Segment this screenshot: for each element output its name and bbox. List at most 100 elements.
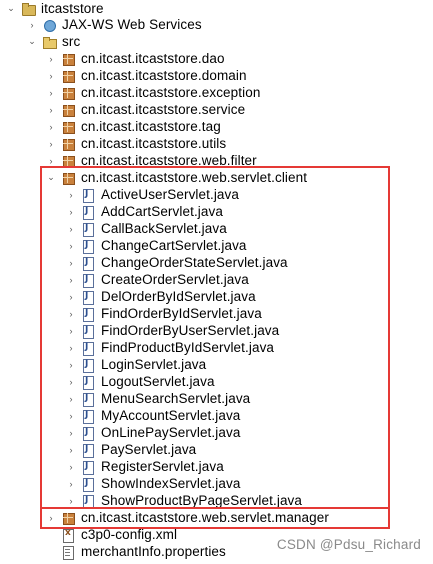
chevron-right-icon[interactable]: › <box>66 390 76 407</box>
project-label: itcaststore <box>41 1 104 16</box>
package-label: cn.itcast.itcaststore.domain <box>81 68 247 83</box>
tree-item-package[interactable]: › cn.itcast.itcaststore.exception <box>46 84 261 101</box>
java-file-icon <box>81 205 95 220</box>
chevron-right-icon[interactable]: › <box>66 373 76 390</box>
chevron-right-icon[interactable]: › <box>27 16 37 33</box>
chevron-right-icon[interactable]: › <box>66 441 76 458</box>
java-file-label: MenuSearchServlet.java <box>101 391 251 406</box>
tree-item-client-package[interactable]: ⌄ cn.itcast.itcaststore.web.servlet.clie… <box>46 169 307 186</box>
java-file-label: CreateOrderServlet.java <box>101 272 249 287</box>
package-icon <box>61 103 75 117</box>
jaxws-label: JAX-WS Web Services <box>62 17 202 32</box>
chevron-down-icon[interactable]: ⌄ <box>46 169 56 186</box>
chevron-right-icon[interactable]: › <box>66 254 76 271</box>
java-file-icon <box>81 222 95 237</box>
properties-file-icon <box>61 545 75 560</box>
tree-item-package[interactable]: › cn.itcast.itcaststore.utils <box>46 135 227 152</box>
java-file-icon <box>81 341 95 356</box>
java-file-label: ActiveUserServlet.java <box>101 187 239 202</box>
java-file-icon <box>81 273 95 288</box>
package-icon <box>61 120 75 134</box>
chevron-right-icon[interactable]: › <box>66 492 76 509</box>
java-file-label: ShowIndexServlet.java <box>101 476 241 491</box>
chevron-right-icon[interactable]: › <box>46 50 56 67</box>
chevron-down-icon[interactable]: ⌄ <box>6 0 16 17</box>
tree-item-java-file[interactable]: › CreateOrderServlet.java <box>66 271 249 288</box>
java-file-label: CallBackServlet.java <box>101 221 227 236</box>
tree-item-package[interactable]: › cn.itcast.itcaststore.service <box>46 101 246 118</box>
java-file-icon <box>81 392 95 407</box>
web-services-icon <box>42 18 56 32</box>
tree-item-java-file[interactable]: › AddCartServlet.java <box>66 203 223 220</box>
java-file-label: MyAccountServlet.java <box>101 408 241 423</box>
java-file-label: ChangeCartServlet.java <box>101 238 247 253</box>
package-label: cn.itcast.itcaststore.dao <box>81 51 225 66</box>
tree-item-java-file[interactable]: › RegisterServlet.java <box>66 458 224 475</box>
tree-item-java-file[interactable]: › FindProductByIdServlet.java <box>66 339 274 356</box>
tree-item-java-file[interactable]: › MyAccountServlet.java <box>66 407 240 424</box>
java-file-icon <box>81 188 95 203</box>
chevron-right-icon[interactable]: › <box>46 152 56 169</box>
java-file-label: DelOrderByIdServlet.java <box>101 289 256 304</box>
chevron-right-icon[interactable]: › <box>66 339 76 356</box>
tree-item-java-file[interactable]: › DelOrderByIdServlet.java <box>66 288 256 305</box>
tree-item-java-file[interactable]: › ShowIndexServlet.java <box>66 475 240 492</box>
java-file-icon <box>81 477 95 492</box>
chevron-right-icon[interactable]: › <box>66 407 76 424</box>
chevron-right-icon[interactable]: › <box>66 458 76 475</box>
java-file-label: RegisterServlet.java <box>101 459 224 474</box>
chevron-right-icon[interactable]: › <box>66 186 76 203</box>
chevron-right-icon[interactable]: › <box>66 271 76 288</box>
tree-item-src[interactable]: ⌄ src <box>27 33 80 50</box>
tree-item-java-file[interactable]: › ActiveUserServlet.java <box>66 186 239 203</box>
java-file-icon <box>81 239 95 254</box>
tree-item-manager-package[interactable]: › cn.itcast.itcaststore.web.servlet.mana… <box>46 509 329 526</box>
tree-item-xml-file[interactable]: c3p0-config.xml <box>61 526 177 543</box>
chevron-right-icon[interactable]: › <box>66 220 76 237</box>
package-icon <box>61 69 75 83</box>
tree-item-java-file[interactable]: › LoginServlet.java <box>66 356 206 373</box>
tree-item-package[interactable]: › cn.itcast.itcaststore.dao <box>46 50 225 67</box>
tree-item-java-file[interactable]: › LogoutServlet.java <box>66 373 215 390</box>
tree-item-java-file[interactable]: › CallBackServlet.java <box>66 220 227 237</box>
tree-item-java-file[interactable]: › FindOrderByIdServlet.java <box>66 305 262 322</box>
tree-item-java-file[interactable]: › OnLinePayServlet.java <box>66 424 240 441</box>
tree-item-java-file[interactable]: › MenuSearchServlet.java <box>66 390 250 407</box>
tree-item-java-file[interactable]: › PayServlet.java <box>66 441 196 458</box>
java-file-label: ShowProductByPageServlet.java <box>101 493 303 508</box>
tree-item-properties-file[interactable]: merchantInfo.properties <box>61 543 226 560</box>
chevron-right-icon[interactable]: › <box>46 67 56 84</box>
chevron-right-icon[interactable]: › <box>66 424 76 441</box>
package-label: cn.itcast.itcaststore.exception <box>81 85 261 100</box>
chevron-right-icon[interactable]: › <box>66 356 76 373</box>
chevron-right-icon[interactable]: › <box>66 305 76 322</box>
chevron-right-icon[interactable]: › <box>66 288 76 305</box>
chevron-right-icon[interactable]: › <box>46 135 56 152</box>
tree-item-package[interactable]: › cn.itcast.itcaststore.web.filter <box>46 152 257 169</box>
properties-file-label: merchantInfo.properties <box>81 544 226 559</box>
java-file-label: ChangeOrderStateServlet.java <box>101 255 288 270</box>
package-label: cn.itcast.itcaststore.tag <box>81 119 221 134</box>
tree-item-package[interactable]: › cn.itcast.itcaststore.domain <box>46 67 247 84</box>
tree-item-java-file[interactable]: › ChangeCartServlet.java <box>66 237 247 254</box>
tree-item-java-file[interactable]: › FindOrderByUserServlet.java <box>66 322 279 339</box>
java-file-label: FindOrderByUserServlet.java <box>101 323 280 338</box>
chevron-right-icon[interactable]: › <box>46 118 56 135</box>
java-file-icon <box>81 426 95 441</box>
tree-item-package[interactable]: › cn.itcast.itcaststore.tag <box>46 118 221 135</box>
tree-item-project[interactable]: ⌄ itcaststore <box>6 0 104 17</box>
java-file-icon <box>81 358 95 373</box>
chevron-right-icon[interactable]: › <box>66 322 76 339</box>
chevron-down-icon[interactable]: ⌄ <box>27 33 37 50</box>
chevron-right-icon[interactable]: › <box>46 84 56 101</box>
tree-item-java-file[interactable]: › ShowProductByPageServlet.java <box>66 492 302 509</box>
tree-item-jaxws[interactable]: › JAX-WS Web Services <box>27 16 202 33</box>
java-file-label: FindProductByIdServlet.java <box>101 340 275 355</box>
tree-item-java-file[interactable]: › ChangeOrderStateServlet.java <box>66 254 288 271</box>
java-file-label: PayServlet.java <box>101 442 197 457</box>
chevron-right-icon[interactable]: › <box>46 101 56 118</box>
chevron-right-icon[interactable]: › <box>66 475 76 492</box>
chevron-right-icon[interactable]: › <box>66 203 76 220</box>
chevron-right-icon[interactable]: › <box>46 509 56 526</box>
chevron-right-icon[interactable]: › <box>66 237 76 254</box>
